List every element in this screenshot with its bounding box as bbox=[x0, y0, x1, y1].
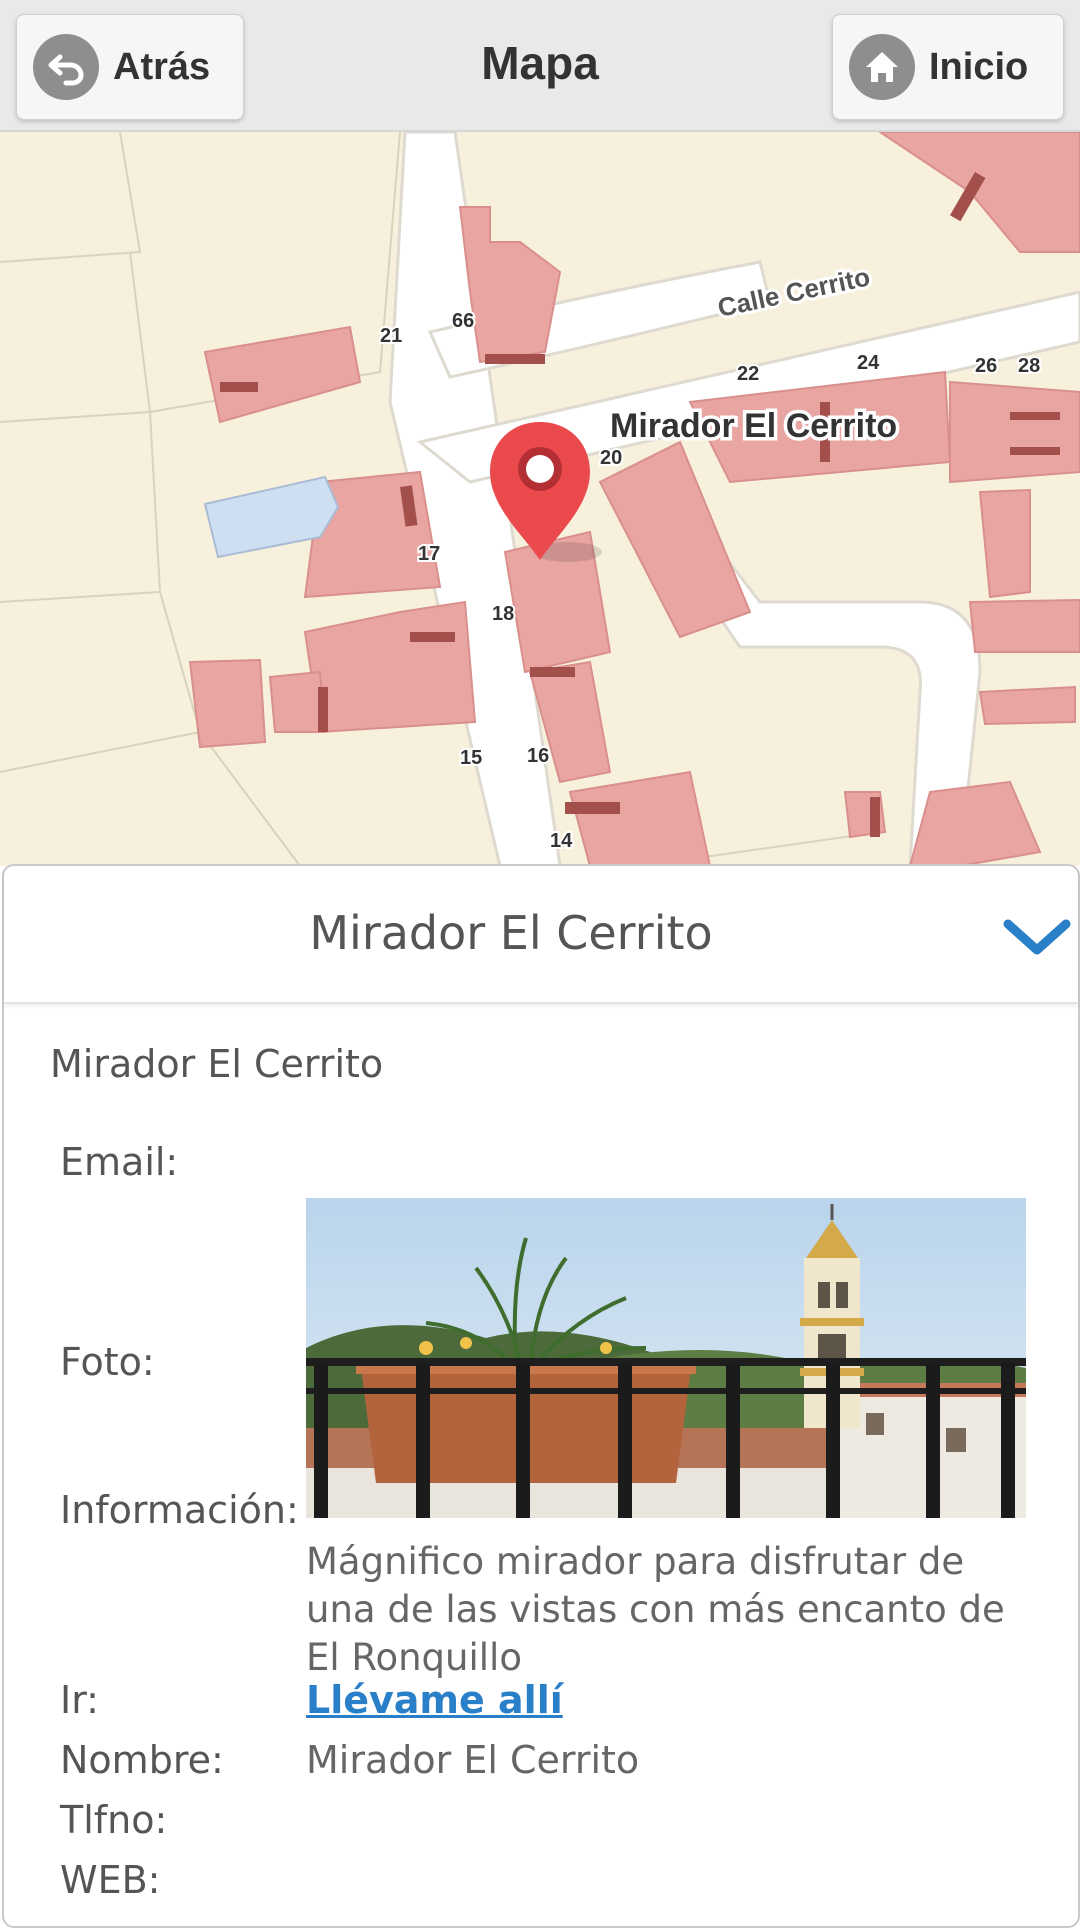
info-label: Información: bbox=[60, 1488, 299, 1532]
detail-panel: Mirador El Cerrito Mirador El Cerrito Em… bbox=[2, 864, 1080, 1928]
top-bar: Atrás Mapa Inicio bbox=[0, 0, 1080, 132]
marker-label: Mirador El Cerrito bbox=[610, 407, 897, 445]
nombre-value: Mirador El Cerrito bbox=[306, 1738, 640, 1782]
place-subtitle: Mirador El Cerrito bbox=[50, 1042, 384, 1086]
panel-title: Mirador El Cerrito bbox=[309, 906, 713, 960]
email-label: Email: bbox=[60, 1140, 179, 1184]
info-value: Mágnifico mirador para disfrutar de una … bbox=[306, 1540, 1005, 1679]
place-photo bbox=[306, 1198, 1026, 1518]
house-number: 20 bbox=[600, 447, 622, 469]
house-number: 18 bbox=[492, 603, 514, 625]
house-number: 15 bbox=[460, 747, 482, 769]
chevron-down-icon[interactable] bbox=[1002, 916, 1072, 958]
house-number: 21 bbox=[380, 325, 402, 347]
house-number: 66 bbox=[452, 310, 474, 332]
house-number: 22 bbox=[737, 363, 759, 385]
tlfno-label: Tlfno: bbox=[60, 1798, 168, 1842]
home-label: Inicio bbox=[929, 45, 1029, 88]
house-number: 16 bbox=[527, 745, 549, 767]
directions-link[interactable]: Llévame allí bbox=[306, 1678, 563, 1722]
nombre-label: Nombre: bbox=[60, 1738, 224, 1782]
panel-header[interactable]: Mirador El Cerrito bbox=[4, 866, 1078, 1004]
house-number: 17 bbox=[418, 543, 440, 565]
house-number: 24 bbox=[857, 352, 880, 374]
ir-label: Ir: bbox=[60, 1678, 99, 1722]
map-view[interactable]: Calle Cerrito 21 66 22 24 26 28 20 17 18… bbox=[0, 132, 1080, 866]
home-button[interactable]: Inicio bbox=[832, 14, 1064, 120]
web-label: WEB: bbox=[60, 1858, 161, 1902]
house-number: 28 bbox=[1018, 355, 1040, 377]
house-number: 14 bbox=[550, 830, 573, 852]
photo-label: Foto: bbox=[60, 1340, 155, 1384]
house-number: 26 bbox=[975, 355, 997, 377]
home-icon bbox=[849, 34, 915, 100]
